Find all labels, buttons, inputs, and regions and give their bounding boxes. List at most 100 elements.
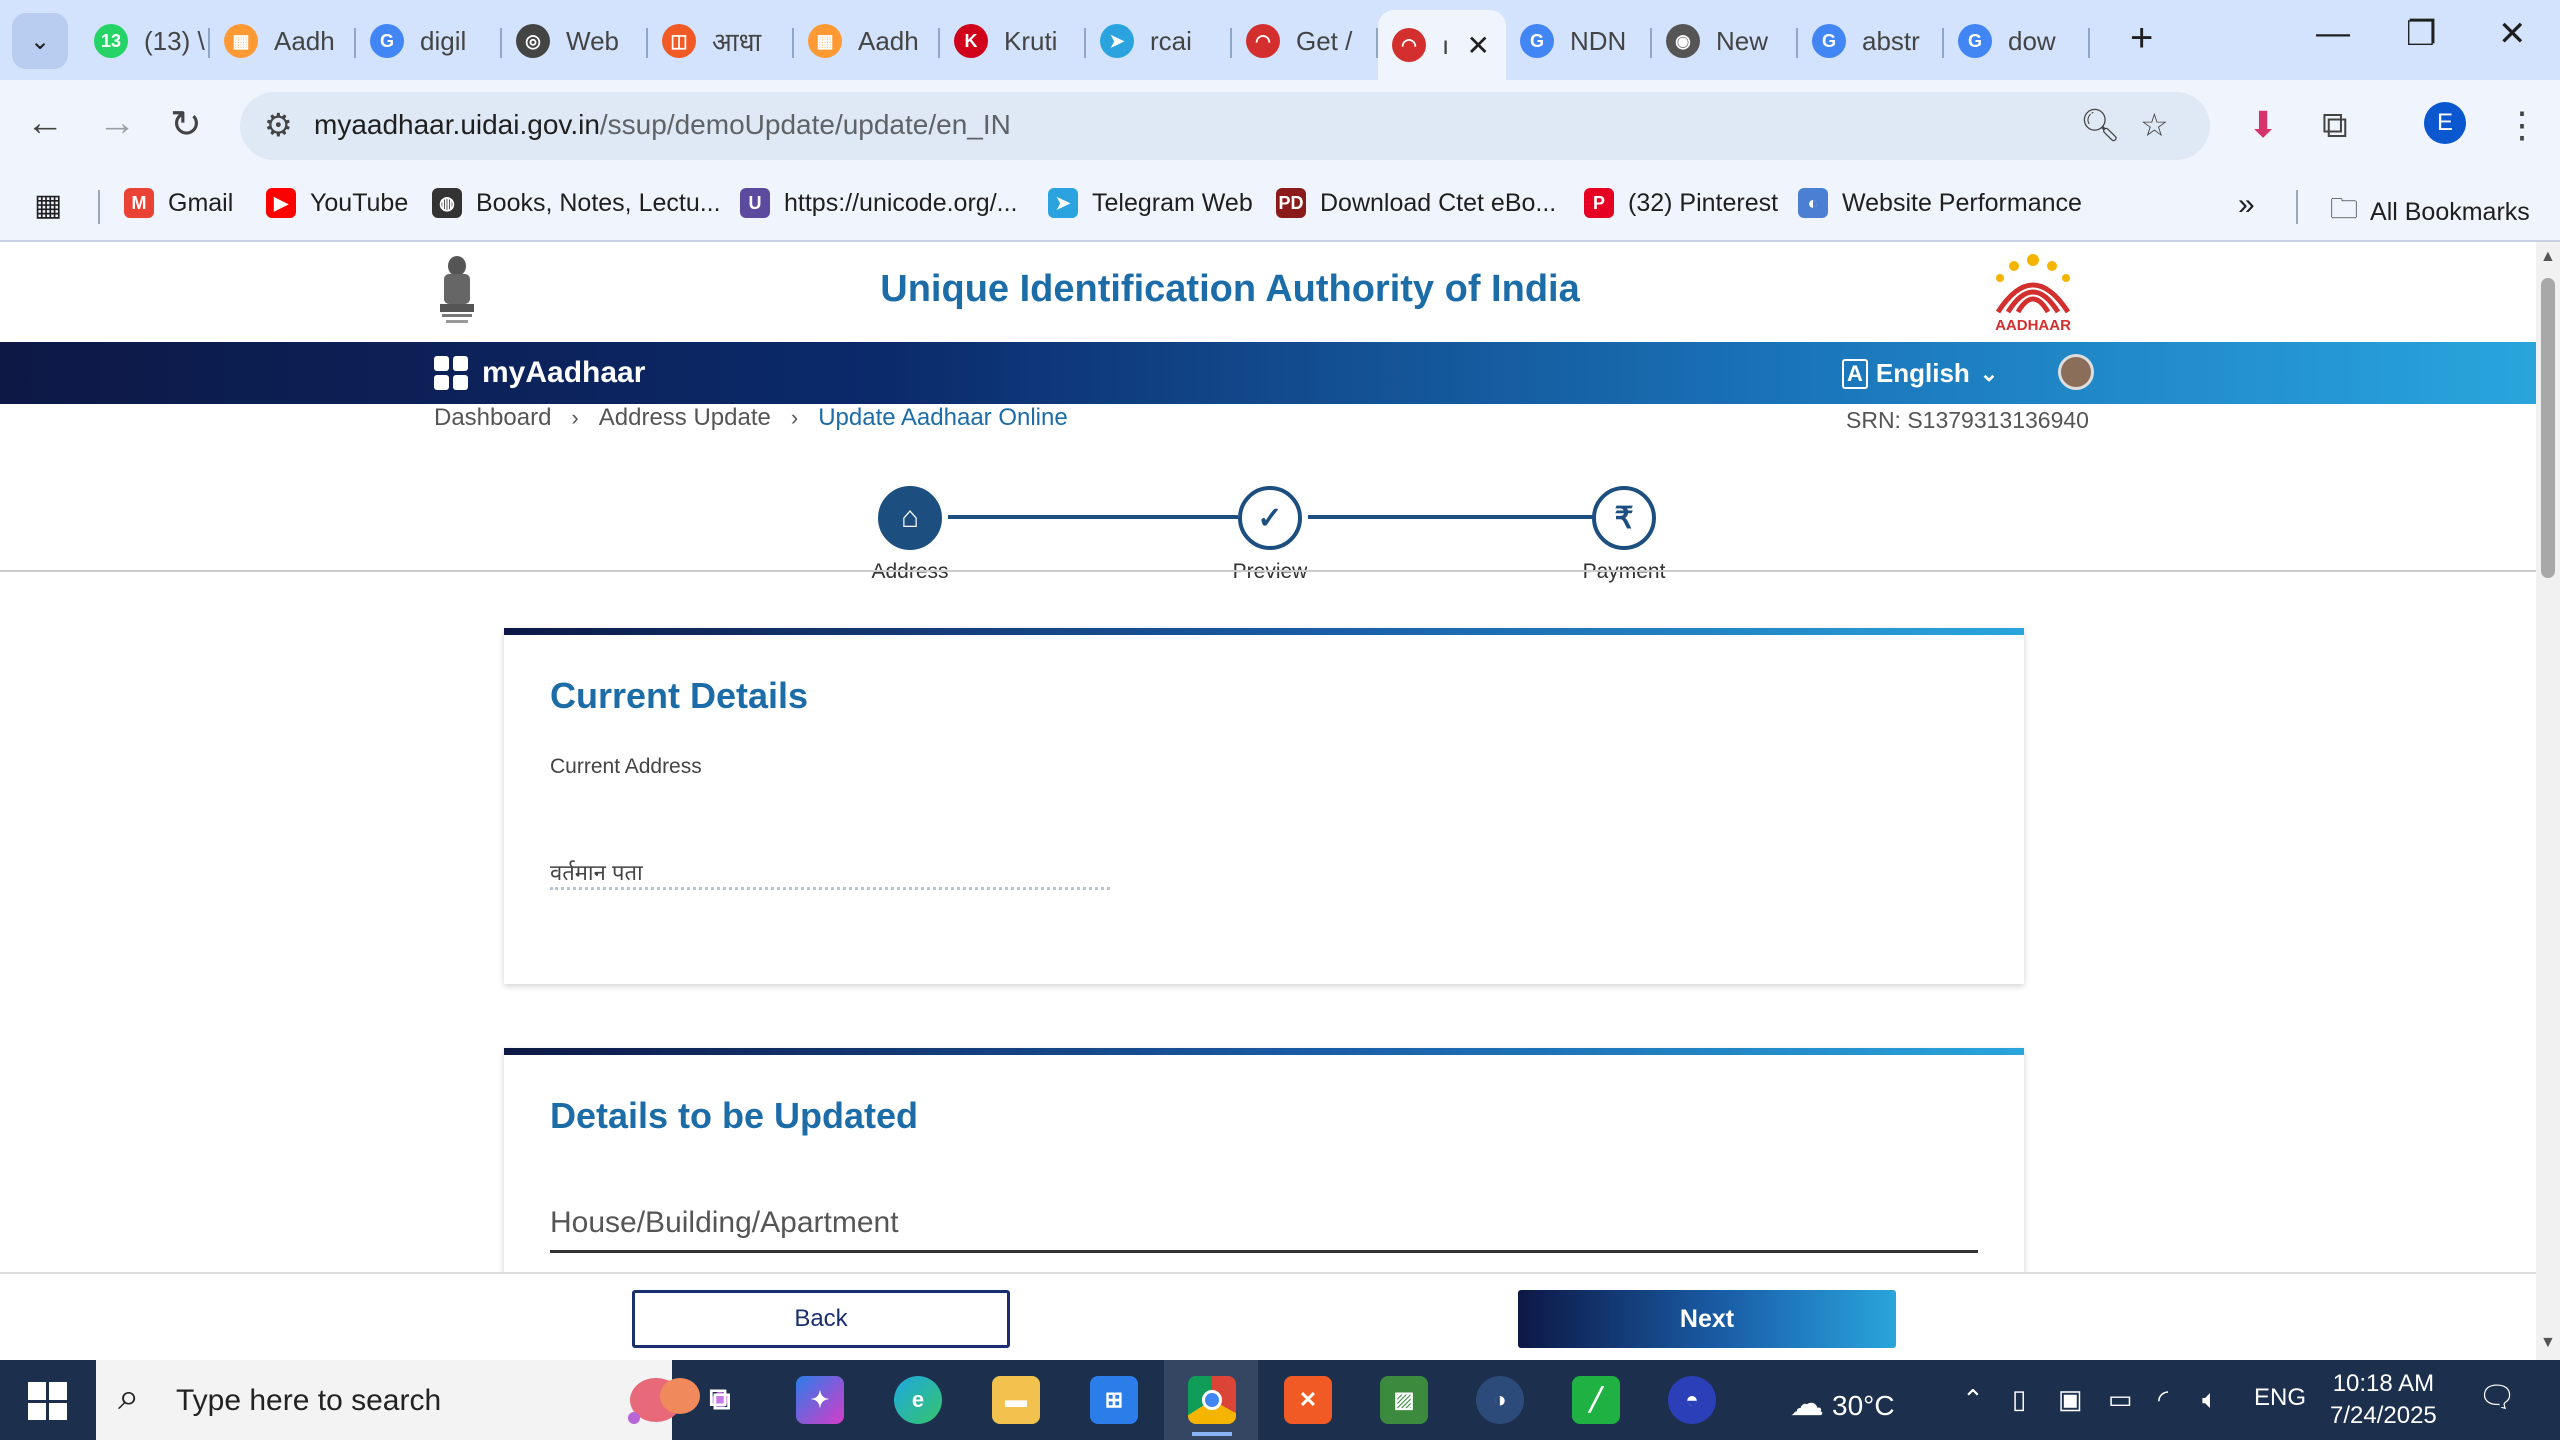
clock-time: 10:18 AM (2332, 1370, 2435, 1397)
image-app-icon[interactable]: ▨ (1380, 1376, 1428, 1424)
bookmark-item[interactable]: PD Download Ctet eBo... (1276, 188, 1556, 218)
browser-tab[interactable]: K Kruti (940, 10, 1086, 72)
browser-tab[interactable]: ◎ Web (502, 10, 648, 72)
bookmark-item[interactable]: ◐ Website Performance (1798, 188, 2082, 218)
tab-search-button[interactable]: ⌄ (12, 13, 68, 69)
dashboard-grid-icon[interactable] (434, 356, 468, 390)
rupee-icon: ₹ (1592, 486, 1656, 550)
close-window-button[interactable]: ✕ (2498, 14, 2527, 54)
edge-icon[interactable]: e (894, 1376, 942, 1424)
browser-tab[interactable]: ▦ Aadh (210, 10, 356, 72)
house-building-input[interactable] (550, 1195, 1978, 1253)
temperature: 30°C (1832, 1390, 1895, 1421)
brand-name[interactable]: myAadhaar (482, 356, 645, 390)
breadcrumb-dashboard[interactable]: Dashboard (434, 404, 551, 432)
bookmark-item[interactable]: ◍ Books, Notes, Lectu... (432, 188, 721, 218)
chevron-up-icon[interactable]: ⌃ (1962, 1384, 1984, 1415)
browser-tab[interactable]: Gdigil (356, 10, 502, 72)
file-explorer-icon[interactable]: ▬ (992, 1376, 1040, 1424)
browser-tab[interactable]: G NDN (1506, 10, 1652, 72)
next-button[interactable]: Next (1518, 1290, 1896, 1348)
chevron-down-icon: ⌄ (29, 27, 51, 55)
device-icon[interactable]: ▯ (2012, 1384, 2026, 1415)
header-divider (0, 570, 2536, 572)
aadhaar-logo: AADHAAR (1995, 254, 2071, 334)
blue-app-icon[interactable]: ◓ (1668, 1376, 1716, 1424)
tab-favicon-icon: ▦ (224, 24, 258, 58)
url-path: /ssup/demoUpdate/update/en_IN (599, 109, 1011, 140)
browser-tab[interactable]: ▦ Aadh (794, 10, 940, 72)
chrome-icon[interactable] (1188, 1376, 1236, 1436)
battery-icon[interactable]: ▭ (2108, 1384, 2133, 1415)
minimize-button[interactable]: — (2316, 14, 2350, 53)
close-tab-icon[interactable]: ✕ (1467, 29, 1490, 62)
reload-icon: ↻ (170, 104, 202, 146)
page-scrollbar[interactable]: ▲ ▼ (2536, 242, 2560, 1360)
scroll-thumb[interactable] (2541, 278, 2555, 578)
zoom-icon[interactable]: 🔍︎ (2080, 106, 2121, 144)
folder-icon: 🗀 (2330, 193, 2359, 224)
user-avatar[interactable] (2058, 354, 2094, 390)
breadcrumb-address-update[interactable]: Address Update (599, 404, 771, 432)
bookmark-item[interactable]: ➤ Telegram Web (1048, 188, 1253, 218)
address-bar[interactable]: ⚙ myaadhaar.uidai.gov.in/ssup/demoUpdate… (240, 92, 2210, 160)
forward-nav-button[interactable]: → (98, 102, 136, 145)
reload-button[interactable]: ↻ (170, 102, 202, 147)
clock[interactable]: 10:18 AM 7/24/2025 (2330, 1368, 2437, 1432)
microsoft-store-icon[interactable]: ⊞ (1090, 1376, 1138, 1424)
tab-title: Get / (1296, 25, 1353, 56)
back-nav-button[interactable]: ← (26, 102, 64, 145)
bookmark-label: Gmail (168, 188, 234, 217)
browser-tab[interactable]: 13 (13) \ (80, 10, 210, 72)
apps-grid-icon[interactable]: ▦ (34, 188, 62, 223)
taskbar-search[interactable]: ⌕ Type here to search (96, 1360, 728, 1440)
bookmark-label: (32) Pinterest (1628, 188, 1779, 217)
tab-favicon-icon: ◎ (516, 24, 550, 58)
bookmark-item[interactable]: P (32) Pinterest (1584, 188, 1778, 218)
download-extension-icon[interactable]: ⬇ (2248, 104, 2278, 146)
site-header: Unique Identification Authority of India… (0, 242, 2536, 342)
browser-tab[interactable]: Gdow (1944, 10, 2090, 72)
profile-avatar[interactable]: E (2424, 102, 2466, 144)
notifications-button[interactable]: 🗨︎ 1 (2478, 1380, 2518, 1420)
back-button[interactable]: Back (632, 1290, 1010, 1348)
wifi-icon[interactable]: ◜ (2158, 1384, 2168, 1415)
more-menu-icon[interactable]: ⋮ (2504, 104, 2540, 146)
more-bookmarks-icon[interactable]: » (2238, 188, 2255, 222)
language-indicator[interactable]: ENG (2254, 1384, 2306, 1412)
green-app-icon[interactable]: ╱ (1572, 1376, 1620, 1424)
volume-icon[interactable]: 🔈︎ (2202, 1384, 2218, 1416)
browser-tab[interactable]: ➤ rcai (1086, 10, 1232, 72)
new-tab-button[interactable]: + (2130, 16, 2153, 61)
copilot-icon[interactable]: ✦ (796, 1376, 844, 1424)
bookmark-label: YouTube (310, 188, 409, 217)
windows-taskbar: ⌕ Type here to search ⧉ ✦ e ▬ ⊞ ✕ ▨ ◑ ╱ … (0, 1360, 2560, 1440)
restore-button[interactable]: ❐ (2406, 14, 2436, 54)
scroll-down-icon[interactable]: ▼ (2540, 1334, 2556, 1352)
browser-tab[interactable]: ◫ आधा (648, 10, 794, 72)
bookmark-separator (98, 190, 100, 224)
all-bookmarks-button[interactable]: 🗀 All Bookmarks (2330, 188, 2530, 236)
tab-title: abstr (1862, 25, 1920, 56)
extensions-icon[interactable]: ⧉ (2322, 104, 2348, 147)
browser-tab[interactable]: ◉ New (1652, 10, 1798, 72)
progress-stepper: ⌂ Address ✓ Preview ₹ Payment (850, 442, 1690, 583)
media-app-icon[interactable]: ◑ (1476, 1376, 1524, 1424)
weather-widget[interactable]: ☁ 30°C (1790, 1384, 1895, 1424)
task-view-icon[interactable]: ⧉ (696, 1376, 744, 1424)
bookmark-star-icon[interactable]: ☆ (2140, 106, 2169, 144)
bookmark-item[interactable]: M Gmail (124, 188, 233, 218)
scroll-up-icon[interactable]: ▲ (2540, 248, 2556, 266)
browser-tab[interactable]: ◠ Get / (1232, 10, 1378, 72)
browser-tab[interactable]: Gabstr (1798, 10, 1944, 72)
site-settings-icon[interactable]: ⚙ (264, 106, 293, 144)
bookmark-item[interactable]: ▶ YouTube (266, 188, 408, 218)
bookmark-item[interactable]: Uhttps://unicode.org/... (740, 188, 1017, 218)
start-button[interactable] (28, 1382, 67, 1420)
xampp-icon[interactable]: ✕ (1284, 1376, 1332, 1424)
display-icon[interactable]: ▣ (2058, 1384, 2083, 1415)
breadcrumb-current: Update Aadhaar Online (818, 404, 1068, 431)
language-selector[interactable]: A English ⌄ (1842, 358, 1998, 389)
tab-active[interactable]: ◠ ı ✕ (1378, 10, 1506, 80)
bookmark-favicon-icon: PD (1276, 188, 1306, 218)
